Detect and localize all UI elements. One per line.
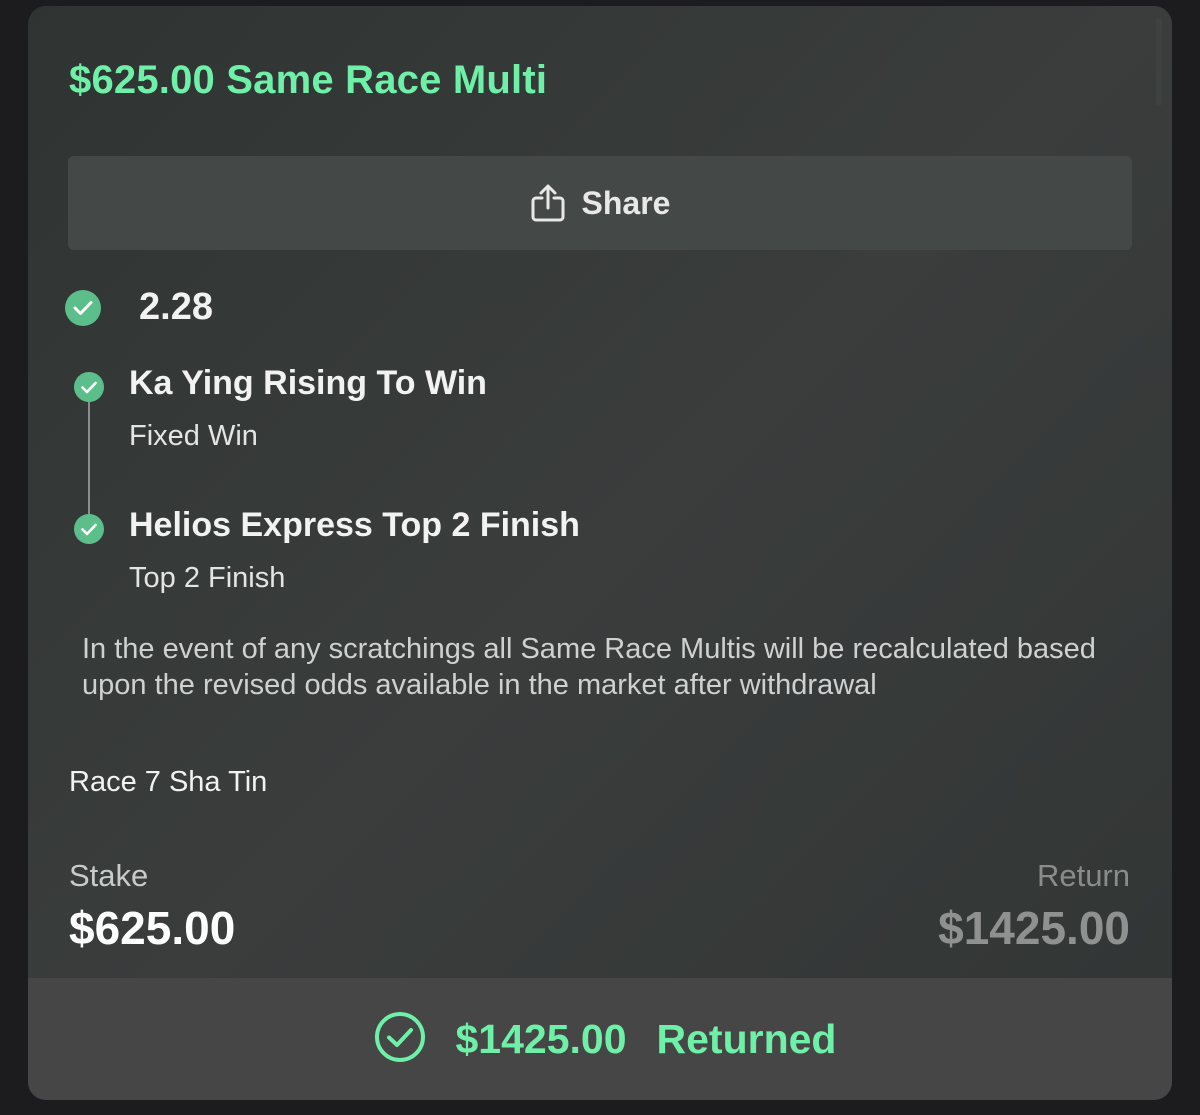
check-circle-outline-icon bbox=[374, 1011, 426, 1068]
returned-banner: $1425.00 Returned bbox=[28, 978, 1172, 1100]
stake-label: Stake bbox=[69, 858, 149, 893]
scrollbar[interactable] bbox=[1156, 18, 1162, 106]
check-circle-icon bbox=[74, 372, 104, 402]
scratchings-disclaimer: In the event of any scratchings all Same… bbox=[82, 633, 1096, 701]
leg-connector-line bbox=[88, 398, 90, 526]
share-icon bbox=[530, 183, 566, 223]
odds-value: 2.28 bbox=[139, 286, 213, 328]
leg-title: Ka Ying Rising To Win bbox=[129, 364, 487, 402]
share-button-label: Share bbox=[581, 184, 671, 221]
return-value: $1425.00 bbox=[938, 902, 1130, 954]
check-circle-icon bbox=[65, 289, 101, 326]
leg-title: Helios Express Top 2 Finish bbox=[129, 506, 580, 544]
check-circle-icon bbox=[74, 514, 104, 544]
race-info: Race 7 Sha Tin bbox=[69, 766, 268, 798]
bet-title: $625.00 Same Race Multi bbox=[69, 58, 548, 102]
returned-amount: $1425.00 bbox=[455, 1015, 627, 1062]
returned-status: Returned bbox=[656, 1015, 837, 1062]
bet-card: $625.00 Same Race Multi Share 2.28 Ka Yi… bbox=[28, 6, 1172, 1100]
leg-subtitle: Top 2 Finish bbox=[129, 562, 286, 594]
leg-subtitle: Fixed Win bbox=[129, 420, 258, 452]
return-label: Return bbox=[1036, 858, 1130, 893]
share-button[interactable]: Share bbox=[68, 156, 1132, 250]
stake-value: $625.00 bbox=[69, 902, 236, 954]
odds-row: 2.28 bbox=[65, 286, 213, 329]
